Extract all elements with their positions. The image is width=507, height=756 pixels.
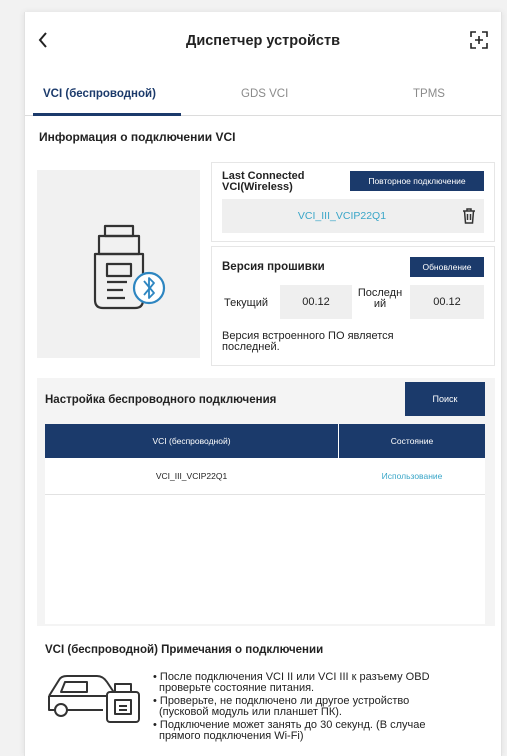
- page-title: Диспетчер устройств: [186, 33, 340, 49]
- note-line-4: (пусковой модуль или планшет ПК).: [159, 706, 342, 718]
- vci-device-image: [37, 170, 200, 358]
- firmware-title: Версия прошивки: [222, 261, 325, 273]
- tab-bar: VCI (беспроводной) GDS VCI TPMS: [25, 72, 501, 116]
- notes-title: VCI (беспроводной) Примечания о подключе…: [45, 644, 324, 656]
- current-version-label: Текущий: [224, 297, 268, 309]
- current-version-box: 00.12: [280, 285, 352, 319]
- column-header-vci: VCI (беспроводной): [152, 436, 231, 446]
- device-name-box: VCI_III_VCIP22Q1: [222, 199, 484, 233]
- note-line-2: проверьте состояние питания.: [159, 682, 315, 694]
- vci-table-body: VCI_III_VCIP22Q1 Использование: [45, 458, 485, 624]
- vci-bluetooth-icon: [93, 224, 166, 310]
- update-button[interactable]: Обновление: [410, 257, 484, 277]
- tab-gds-vci[interactable]: GDS VCI: [241, 88, 288, 100]
- wireless-section-title: Настройка беспроводного подключения: [45, 394, 277, 406]
- device-manager-screen: Диспетчер устройств VCI (беспроводной) G…: [24, 12, 502, 756]
- last-connected-label-2: VCI(Wireless): [222, 181, 293, 193]
- search-button[interactable]: Поиск: [405, 382, 485, 416]
- car-obd-icon: [45, 666, 145, 731]
- firmware-status-text-2: последней.: [222, 341, 280, 353]
- row-divider: [45, 494, 485, 495]
- tab-tpms[interactable]: TPMS: [413, 88, 445, 100]
- reconnect-button[interactable]: Повторное подключение: [350, 171, 484, 191]
- connection-section-title: Информация о подключении VCI: [39, 130, 236, 144]
- header: Диспетчер устройств: [25, 12, 501, 72]
- connected-device-name: VCI_III_VCIP22Q1: [297, 210, 387, 222]
- table-cell-vci-name: VCI_III_VCIP22Q1: [155, 471, 228, 481]
- latest-version-label-2: ий: [373, 298, 387, 310]
- expand-icon[interactable]: [469, 30, 489, 50]
- last-connected-card: Last Connected VCI(Wireless) Повторное п…: [211, 162, 495, 242]
- column-header-status: Состояние: [390, 436, 434, 446]
- table-cell-status[interactable]: Использование: [339, 471, 485, 481]
- trash-icon[interactable]: [462, 208, 476, 229]
- latest-version-box: 00.12: [410, 285, 484, 319]
- current-version-value: 00.12: [302, 296, 330, 308]
- latest-version-value: 00.12: [433, 296, 461, 308]
- vci-table-header: VCI (беспроводной) Состояние: [45, 424, 485, 458]
- tab-vci-wireless[interactable]: VCI (беспроводной): [43, 88, 156, 100]
- note-line-6: прямого подключения Wi-Fi): [159, 730, 304, 742]
- firmware-card: Версия прошивки Обновление Текущий 00.12…: [211, 246, 495, 366]
- table-row[interactable]: VCI_III_VCIP22Q1 Использование: [45, 458, 485, 494]
- active-tab-indicator: [33, 113, 181, 116]
